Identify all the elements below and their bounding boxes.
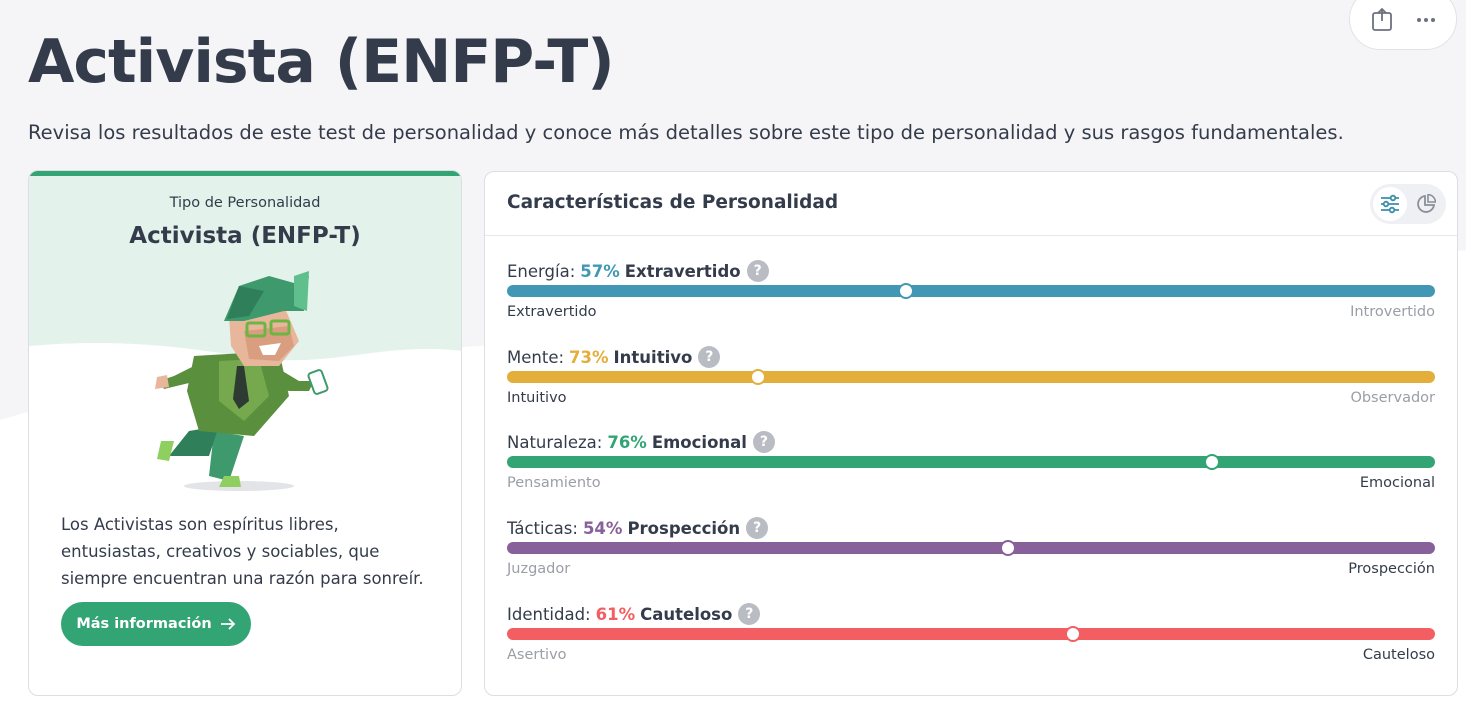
more-info-label: Más información bbox=[76, 616, 212, 632]
page-title: Activista (ENFP-T) bbox=[28, 27, 615, 97]
trait-row: Mente: 73% Intuitivo? Intuitivo Observador bbox=[507, 346, 1435, 426]
help-icon[interactable]: ? bbox=[698, 346, 721, 368]
card-accent-bar bbox=[29, 171, 461, 176]
share-icon bbox=[1372, 7, 1392, 31]
trait-right-label: Prospección bbox=[1348, 561, 1435, 577]
trait-left-label: Asertivo bbox=[507, 647, 567, 663]
sliders-icon bbox=[1381, 194, 1399, 214]
help-icon[interactable]: ? bbox=[752, 431, 775, 453]
type-label: Tipo de Personalidad bbox=[169, 195, 321, 211]
trait-row: Naturaleza: 76% Emocional? Pensamiento Emoci… bbox=[507, 431, 1435, 511]
trait-percent: 61% bbox=[595, 604, 636, 624]
trait-category: Energía: bbox=[507, 261, 576, 281]
trait-category: Tácticas: bbox=[507, 518, 578, 538]
traits-card-title: Características de Personalidad bbox=[507, 192, 839, 213]
trait-heading: Identidad: 61% Cauteloso? bbox=[507, 603, 761, 625]
trait-right-label: Emocional bbox=[1359, 475, 1435, 491]
trait-name: Extravertido bbox=[624, 261, 741, 281]
help-icon[interactable]: ? bbox=[746, 260, 769, 282]
help-icon[interactable]: ? bbox=[738, 603, 761, 625]
trait-row: Energía: 57% Extravertido? Extravertido Intr… bbox=[507, 260, 1435, 340]
trait-slider-knob[interactable] bbox=[1065, 626, 1082, 642]
sliders-view-button[interactable] bbox=[1373, 187, 1407, 221]
share-button[interactable] bbox=[1370, 7, 1394, 33]
more-icon bbox=[1417, 18, 1435, 22]
trait-bar bbox=[507, 456, 1435, 468]
trait-bar bbox=[507, 542, 1435, 554]
trait-left-label: Extravertido bbox=[507, 304, 597, 320]
trait-row: Identidad: 61% Cauteloso? Asertivo Cauteloso bbox=[507, 603, 1435, 683]
trait-name: Emocional bbox=[651, 432, 747, 452]
pie-chart-icon bbox=[1417, 194, 1436, 213]
trait-percent: 54% bbox=[582, 518, 623, 538]
personality-type-card: Tipo de Personalidad Activista (ENFP-T) … bbox=[28, 170, 462, 696]
trait-name: Prospección bbox=[627, 518, 741, 538]
trait-slider-knob[interactable] bbox=[898, 283, 915, 299]
trait-percent: 76% bbox=[607, 432, 647, 452]
trait-heading: Energía: 57% Extravertido? bbox=[507, 260, 769, 282]
page-subtitle: Revisa los resultados de este test de pe… bbox=[28, 121, 1344, 144]
trait-bar bbox=[507, 628, 1435, 640]
type-name: Activista (ENFP-T) bbox=[129, 223, 361, 249]
trait-bar bbox=[507, 371, 1435, 383]
header-divider bbox=[485, 235, 1457, 236]
more-options-button[interactable] bbox=[1416, 7, 1436, 33]
pie-chart-view-button[interactable] bbox=[1409, 187, 1443, 221]
more-info-button[interactable]: Más información bbox=[61, 602, 251, 646]
trait-left-label: Juzgador bbox=[507, 561, 571, 577]
trait-left-label: Intuitivo bbox=[507, 390, 567, 406]
trait-heading: Naturaleza: 76% Emocional? bbox=[507, 431, 775, 453]
trait-category: Mente: bbox=[507, 347, 565, 367]
trait-slider-knob[interactable] bbox=[1000, 540, 1017, 556]
trait-left-label: Pensamiento bbox=[507, 475, 601, 491]
trait-name: Intuitivo bbox=[613, 347, 693, 367]
top-actions bbox=[1349, 0, 1457, 50]
trait-row: Tácticas: 54% Prospección? Juzgador Prospecc… bbox=[507, 517, 1435, 597]
trait-bar bbox=[507, 285, 1435, 297]
type-description: Los Activistas son espíritus libres, ent… bbox=[61, 515, 424, 588]
trait-category: Identidad: bbox=[507, 604, 591, 624]
trait-percent: 73% bbox=[569, 347, 609, 367]
trait-name: Cauteloso bbox=[640, 604, 733, 624]
trait-heading: Tácticas: 54% Prospección? bbox=[507, 517, 769, 539]
arrow-right-icon bbox=[220, 618, 235, 630]
view-toggle bbox=[1370, 184, 1446, 224]
trait-heading: Mente: 73% Intuitivo? bbox=[507, 346, 721, 368]
trait-percent: 57% bbox=[580, 261, 620, 281]
activist-avatar bbox=[155, 271, 329, 491]
trait-right-label: Introvertido bbox=[1350, 304, 1435, 320]
trait-slider-knob[interactable] bbox=[749, 369, 766, 385]
trait-category: Naturaleza: bbox=[507, 432, 603, 452]
trait-right-label: Observador bbox=[1350, 390, 1435, 406]
trait-right-label: Cauteloso bbox=[1362, 647, 1435, 663]
personality-traits-card: Características de Personalidad Energía:… bbox=[484, 171, 1458, 696]
help-icon[interactable]: ? bbox=[746, 517, 769, 539]
